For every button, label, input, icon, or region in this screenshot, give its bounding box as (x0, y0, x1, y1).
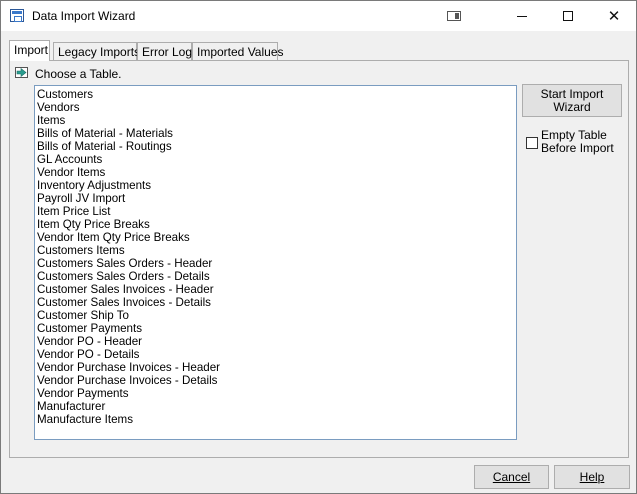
start-import-wizard-button[interactable]: Start Import Wizard (522, 84, 622, 117)
cancel-label: Cancel (492, 470, 531, 484)
maximize-button[interactable] (545, 1, 591, 31)
arrow-right-icon (15, 67, 28, 78)
tab-import[interactable]: Import (9, 40, 50, 61)
empty-table-checkbox[interactable] (526, 137, 538, 149)
keyboard-icon[interactable] (447, 11, 461, 21)
list-item[interactable]: Vendors (37, 101, 80, 114)
list-item[interactable]: Customers Items (37, 244, 125, 257)
list-item[interactable]: Customer Sales Invoices - Header (37, 283, 214, 296)
list-item[interactable]: Customer Sales Invoices - Details (37, 296, 211, 309)
list-item[interactable]: Inventory Adjustments (37, 179, 151, 192)
list-item[interactable]: Items (37, 114, 65, 127)
cancel-button[interactable]: Cancel (474, 465, 549, 489)
close-button[interactable]: ✕ (591, 1, 637, 31)
empty-table-label-line2: Before Import (541, 141, 614, 155)
help-label: Help (579, 470, 605, 484)
start-import-label-line2: Wizard (553, 99, 591, 114)
empty-table-label: Empty Table Before Import (541, 129, 621, 155)
list-item[interactable]: Vendor PO - Details (37, 348, 139, 361)
choose-table-label: Choose a Table. (35, 67, 122, 81)
list-item[interactable]: Customers Sales Orders - Details (37, 270, 210, 283)
list-item[interactable]: Item Price List (37, 205, 110, 218)
close-icon: ✕ (607, 6, 621, 25)
list-item[interactable]: Item Qty Price Breaks (37, 218, 150, 231)
list-item[interactable]: Payroll JV Import (37, 192, 125, 205)
window-title: Data Import Wizard (32, 9, 136, 23)
list-item[interactable]: Vendor PO - Header (37, 335, 142, 348)
list-item[interactable]: Customers (37, 88, 93, 101)
data-import-wizard-window: Data Import Wizard ✕ Import Legacy Impor… (0, 0, 637, 494)
list-item[interactable]: Bills of Material - Materials (37, 127, 173, 140)
list-item[interactable]: Customer Payments (37, 322, 142, 335)
list-item[interactable]: Manufacturer (37, 400, 105, 413)
app-window-icon (10, 9, 24, 22)
tab-error-log[interactable]: Error Log (137, 42, 192, 60)
list-item[interactable]: Manufacture Items (37, 413, 133, 426)
tab-legacy-imports[interactable]: Legacy Imports (53, 42, 140, 60)
list-item[interactable]: Vendor Items (37, 166, 105, 179)
list-item[interactable]: Bills of Material - Routings (37, 140, 172, 153)
table-listbox[interactable]: Customers Vendors Items Bills of Material -… (34, 85, 517, 440)
list-item[interactable]: Vendor Item Qty Price Breaks (37, 231, 190, 244)
title-bar[interactable]: Data Import Wizard ✕ (1, 1, 636, 31)
list-item[interactable]: Customers Sales Orders - Header (37, 257, 212, 270)
minimize-icon (517, 15, 527, 17)
help-button[interactable]: Help (554, 465, 630, 489)
list-item[interactable]: GL Accounts (37, 153, 102, 166)
list-item[interactable]: Vendor Payments (37, 387, 129, 400)
tab-imported-values[interactable]: Imported Values (192, 42, 284, 60)
maximize-icon (563, 11, 573, 21)
list-item[interactable]: Vendor Purchase Invoices - Details (37, 374, 217, 387)
list-item[interactable]: Vendor Purchase Invoices - Header (37, 361, 220, 374)
minimize-button[interactable] (499, 1, 545, 31)
list-item[interactable]: Customer Ship To (37, 309, 129, 322)
start-import-label-line1: Start Import (540, 86, 604, 101)
